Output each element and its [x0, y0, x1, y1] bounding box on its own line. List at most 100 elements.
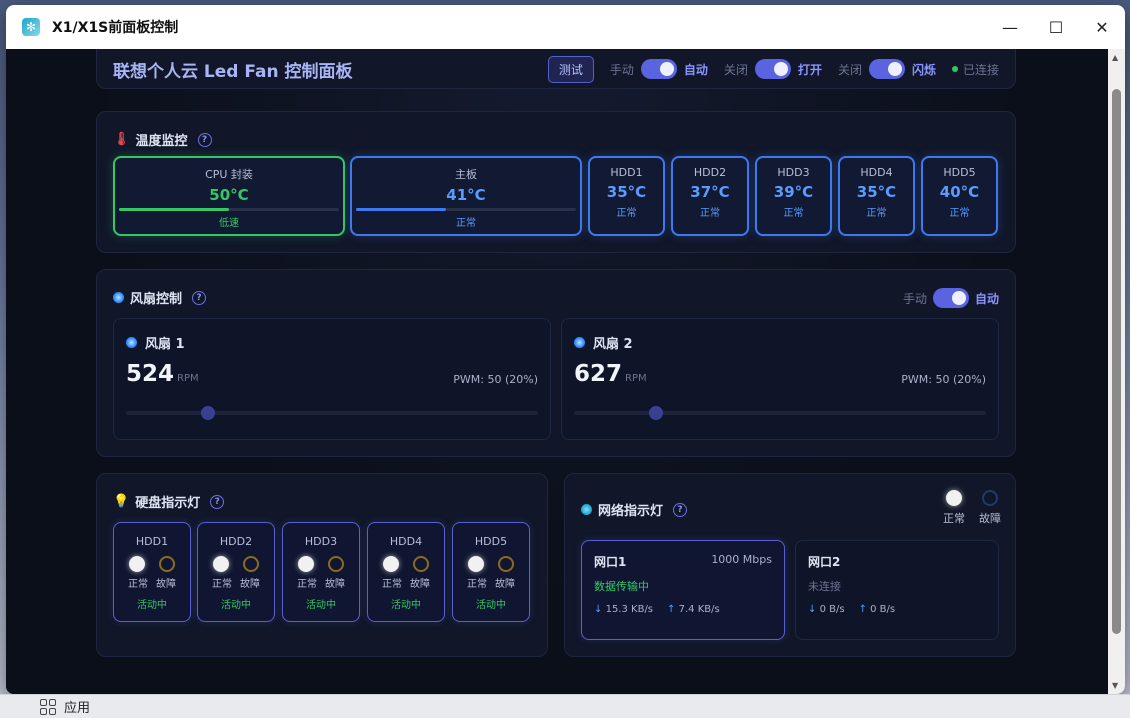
temp-box-hdd3: HDD3 39°C 正常 — [755, 156, 832, 236]
led-on-label: 打开 — [797, 62, 822, 77]
blink-toggle[interactable] — [868, 59, 905, 79]
mode-toggle-group: 手动 自动 — [610, 59, 708, 79]
help-icon[interactable]: ? — [192, 290, 207, 305]
title-bar: ✻ X1/X1S前面板控制 — ☐ ✕ — [6, 5, 1125, 49]
network-led-card: 网络指示灯 ? 正常 故障 网口1 1000 Mbps 数据传输中 ↓ 15.3… — [564, 473, 1016, 657]
fan-mode-toggle[interactable] — [932, 288, 969, 308]
port-header: 网口2 — [808, 553, 986, 570]
disk-led-card: 💡 硬盘指示灯 ? HDD1 正常 故障 活动中 HDD2 正常 故障 活动中 HD… — [96, 473, 548, 657]
legend-fault: 故障 — [979, 490, 1001, 526]
network-port-1[interactable]: 网口1 1000 Mbps 数据传输中 ↓ 15.3 KB/s ↑ 7.4 KB… — [581, 540, 785, 640]
scroll-down-icon[interactable]: ▼ — [1112, 681, 1118, 690]
port-speed: 1000 Mbps — [711, 553, 772, 566]
help-icon[interactable]: ? — [197, 132, 212, 147]
window-controls: — ☐ ✕ — [987, 5, 1125, 49]
network-led-section-title: 网络指示灯 ? — [581, 500, 688, 519]
window-title: X1/X1S前面板控制 — [52, 20, 179, 36]
fan-control-card: 风扇控制 ? 手动 自动 风扇 1 524RPM PWM: 50 (20%) — [96, 269, 1016, 457]
upload-arrow-icon: ↑ — [667, 604, 676, 615]
fan-speed-slider[interactable] — [574, 406, 986, 420]
fault-led-icon — [982, 490, 998, 506]
temp-box-hdd2: HDD2 37°C 正常 — [671, 156, 749, 236]
upload-arrow-icon: ↑ — [858, 604, 867, 615]
status-dot-icon — [951, 66, 958, 72]
fan-icon — [126, 337, 137, 348]
download-value: 15.3 KB/s — [605, 604, 654, 615]
help-icon[interactable]: ? — [673, 502, 688, 517]
taskbar: 应用 — [0, 694, 1130, 718]
fan-icon — [113, 292, 124, 303]
fan-icon — [574, 337, 585, 348]
network-led-title-text: 网络指示灯 — [598, 504, 664, 519]
page-title: 联想个人云 Led Fan 控制面板 — [113, 61, 353, 82]
fan-section-title: 风扇控制 ? — [113, 288, 207, 307]
disk-led-hdd2[interactable]: HDD2 正常 故障 活动中 — [197, 522, 275, 622]
port-traffic: ↓ 0 B/s ↑ 0 B/s — [808, 604, 986, 615]
lightbulb-icon: 💡 — [113, 494, 130, 509]
temp-bar — [119, 208, 339, 211]
scrollbar-thumb[interactable] — [1112, 89, 1121, 634]
apps-grid-icon[interactable] — [40, 698, 56, 715]
temp-status: 正常 — [866, 208, 887, 219]
help-icon[interactable]: ? — [210, 494, 225, 509]
minimize-button[interactable]: — — [987, 5, 1033, 49]
blink-toggle-group: 关闭 闪烁 — [838, 59, 936, 79]
fan-rpm-unit: RPM — [177, 373, 199, 384]
led-labels: 正常 故障 — [453, 575, 529, 590]
vertical-scrollbar[interactable]: ▲ ▼ — [1108, 49, 1125, 694]
maximize-button[interactable]: ☐ — [1033, 5, 1079, 49]
fan-rpm: 524 RPM — [126, 361, 199, 387]
led-pair — [453, 556, 529, 572]
fan-pwm: PWM: 50 (20%) — [453, 373, 538, 386]
apps-label[interactable]: 应用 — [64, 697, 90, 716]
temp-label: CPU 封装 — [205, 168, 253, 181]
disk-led-hdd4[interactable]: HDD4 正常 故障 活动中 — [367, 522, 445, 622]
legend-normal: 正常 — [943, 490, 965, 526]
led-toggle[interactable] — [754, 59, 791, 79]
mode-on-label: 自动 — [683, 62, 708, 77]
temp-box-mainboard: 主板 41°C 正常 — [350, 156, 582, 236]
temp-bar — [356, 208, 576, 211]
led-labels: 正常 故障 — [283, 575, 359, 590]
fan-mode-on-label: 自动 — [974, 291, 999, 306]
normal-label: 正常 — [297, 579, 317, 590]
slider-knob[interactable] — [649, 406, 664, 420]
globe-icon — [581, 504, 592, 515]
normal-led-icon — [946, 490, 962, 506]
scroll-up-icon[interactable]: ▲ — [1112, 53, 1118, 62]
fault-led-icon — [328, 556, 344, 572]
port-status: 未连接 — [808, 580, 841, 593]
disk-status: 活动中 — [306, 600, 336, 611]
disk-led-hdd3[interactable]: HDD3 正常 故障 活动中 — [282, 522, 360, 622]
network-led-legend: 正常 故障 — [943, 490, 1001, 526]
mode-off-label: 手动 — [609, 62, 634, 77]
temp-value: 37°C — [690, 183, 730, 201]
disk-led-hdd5[interactable]: HDD5 正常 故障 活动中 — [452, 522, 530, 622]
fault-led-icon — [498, 556, 514, 572]
led-labels: 正常 故障 — [198, 575, 274, 590]
disk-led-hdd1[interactable]: HDD1 正常 故障 活动中 — [113, 522, 191, 622]
close-button[interactable]: ✕ — [1079, 5, 1125, 49]
download-value: 0 B/s — [819, 604, 845, 615]
disk-status: 活动中 — [391, 600, 421, 611]
normal-led-icon — [298, 556, 314, 572]
mode-toggle[interactable] — [640, 59, 677, 79]
temp-box-hdd4: HDD4 35°C 正常 — [838, 156, 915, 236]
upload-value: 0 B/s — [870, 604, 896, 615]
temp-status: 正常 — [949, 208, 970, 219]
fan-speed-slider[interactable] — [126, 406, 538, 420]
test-button[interactable]: 测试 — [547, 55, 594, 83]
temp-label: 主板 — [455, 168, 477, 181]
disk-status: 活动中 — [476, 600, 506, 611]
slider-knob[interactable] — [201, 406, 216, 420]
temp-status: 正常 — [783, 208, 804, 219]
network-port-2[interactable]: 网口2 未连接 ↓ 0 B/s ↑ 0 B/s — [795, 540, 999, 640]
thermometer-icon: 🌡 — [113, 132, 130, 147]
upload-rate: ↑ 7.4 KB/s — [667, 604, 720, 615]
normal-led-icon — [468, 556, 484, 572]
disk-name: HDD4 — [389, 535, 423, 548]
normal-led-icon — [383, 556, 399, 572]
fan-name-text: 风扇 2 — [593, 337, 633, 352]
temp-value: 35°C — [856, 183, 897, 201]
main-content[interactable]: 联想个人云 Led Fan 控制面板 测试 手动 自动 关闭 打开 关闭 闪烁 — [6, 49, 1108, 694]
